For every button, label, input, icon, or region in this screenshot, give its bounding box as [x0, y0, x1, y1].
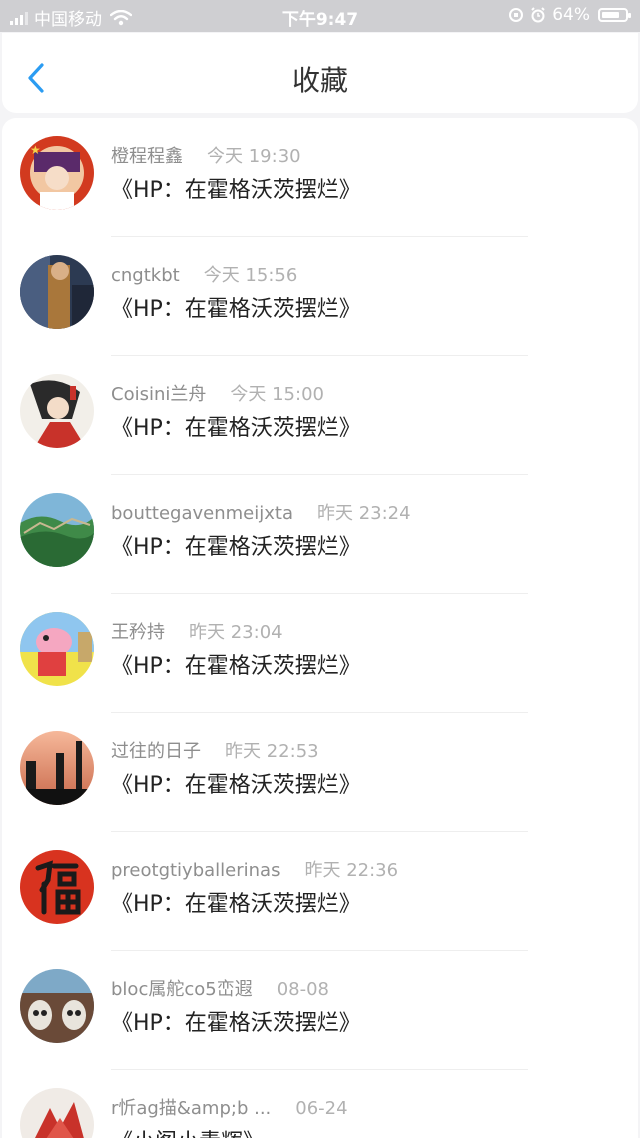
status-bar: 中国移动 下午9:47 64% — [0, 0, 640, 32]
item-meta: 过往的日子 昨天 22:53 — [111, 737, 319, 763]
username[interactable]: bouttegavenmeijxta — [111, 503, 293, 524]
item-meta: bloc属舵co5峦遐 08-08 — [111, 975, 329, 1001]
item-meta: bouttegavenmeijxta 昨天 23:24 — [111, 499, 411, 525]
list-item[interactable]: bouttegavenmeijxta 昨天 23:24 《HP：在霍格沃茨摆烂》 — [2, 475, 638, 594]
book-title[interactable]: 《HP：在霍格沃茨摆烂》 — [111, 1005, 361, 1037]
username[interactable]: cngtkbt — [111, 265, 180, 286]
book-title[interactable]: 《HP：在霍格沃茨摆烂》 — [111, 410, 361, 442]
username[interactable]: 橙程程鑫 — [111, 146, 183, 167]
timestamp: 今天 19:30 — [207, 146, 301, 167]
username[interactable]: bloc属舵co5峦遐 — [111, 979, 253, 1000]
timestamp: 08-08 — [276, 979, 330, 1000]
timestamp: 昨天 23:04 — [189, 622, 283, 643]
item-meta: cngtkbt 今天 15:56 — [111, 261, 297, 287]
avatar[interactable] — [20, 374, 94, 448]
list-item[interactable]: Coisini兰舟 今天 15:00 《HP：在霍格沃茨摆烂》 — [2, 356, 638, 475]
book-title[interactable]: 《HP：在霍格沃茨摆烂》 — [111, 886, 361, 918]
avatar[interactable]: ★ — [20, 136, 94, 210]
list-item[interactable]: ★ 橙程程鑫 今天 19:30 《HP：在霍格沃茨摆烂》 — [2, 118, 638, 237]
list-item[interactable]: preotgtiyballerinas 昨天 22:36 《HP：在霍格沃茨摆烂》 — [2, 832, 638, 951]
book-title[interactable]: 《HP：在霍格沃茨摆烂》 — [111, 172, 361, 204]
book-title[interactable]: 《HP：在霍格沃茨摆烂》 — [111, 529, 361, 561]
item-meta: 橙程程鑫 今天 19:30 — [111, 142, 301, 168]
rotation-lock-icon — [509, 8, 524, 22]
username[interactable]: 王矜持 — [111, 622, 165, 643]
item-meta: 王矜持 昨天 23:04 — [111, 618, 283, 644]
list-item[interactable]: r忻ag描&amp;b ... 06-24 《小阁小青辉》 — [2, 1070, 638, 1138]
timestamp: 今天 15:00 — [230, 384, 324, 405]
timestamp: 06-24 — [295, 1098, 348, 1119]
book-title[interactable]: 《HP：在霍格沃茨摆烂》 — [111, 767, 361, 799]
timestamp: 今天 15:56 — [203, 265, 298, 286]
username[interactable]: preotgtiyballerinas — [111, 860, 280, 881]
avatar[interactable] — [20, 255, 94, 329]
item-meta: Coisini兰舟 今天 15:00 — [111, 380, 324, 406]
username[interactable]: Coisini兰舟 — [111, 384, 206, 405]
timestamp: 昨天 23:24 — [316, 503, 411, 524]
list-item[interactable]: 过往的日子 昨天 22:53 《HP：在霍格沃茨摆烂》 — [2, 713, 638, 832]
battery-percent: 64% — [552, 5, 590, 25]
list-item[interactable]: bloc属舵co5峦遐 08-08 《HP：在霍格沃茨摆烂》 — [2, 951, 638, 1070]
alarm-icon — [531, 7, 545, 23]
item-meta: r忻ag描&amp;b ... 06-24 — [111, 1094, 348, 1120]
book-title[interactable]: 《HP：在霍格沃茨摆烂》 — [111, 648, 361, 680]
username[interactable]: r忻ag描&amp;b ... — [111, 1098, 271, 1119]
list-item[interactable]: cngtkbt 今天 15:56 《HP：在霍格沃茨摆烂》 — [2, 237, 638, 356]
battery-icon — [598, 8, 631, 22]
list-item[interactable]: 王矜持 昨天 23:04 《HP：在霍格沃茨摆烂》 — [2, 594, 638, 713]
avatar[interactable] — [20, 731, 94, 805]
avatar[interactable] — [20, 1088, 94, 1138]
timestamp: 昨天 22:53 — [225, 741, 319, 762]
nav-header: 收藏 — [2, 33, 638, 113]
avatar[interactable] — [20, 493, 94, 567]
username[interactable]: 过往的日子 — [111, 741, 201, 762]
svg-text:★: ★ — [30, 143, 41, 157]
timestamp: 昨天 22:36 — [304, 860, 399, 881]
favorites-list: ★ 橙程程鑫 今天 19:30 《HP：在霍格沃茨摆烂》 cngtkbt 今天 15… — [2, 118, 638, 1138]
book-title[interactable]: 《HP：在霍格沃茨摆烂》 — [111, 291, 361, 323]
avatar[interactable] — [20, 850, 94, 924]
status-right: 64% — [508, 5, 631, 25]
book-title[interactable]: 《小阁小青辉》 — [111, 1124, 265, 1138]
avatar[interactable] — [20, 612, 94, 686]
avatar[interactable] — [20, 969, 94, 1043]
page-title: 收藏 — [291, 64, 348, 97]
item-meta: preotgtiyballerinas 昨天 22:36 — [111, 856, 398, 882]
